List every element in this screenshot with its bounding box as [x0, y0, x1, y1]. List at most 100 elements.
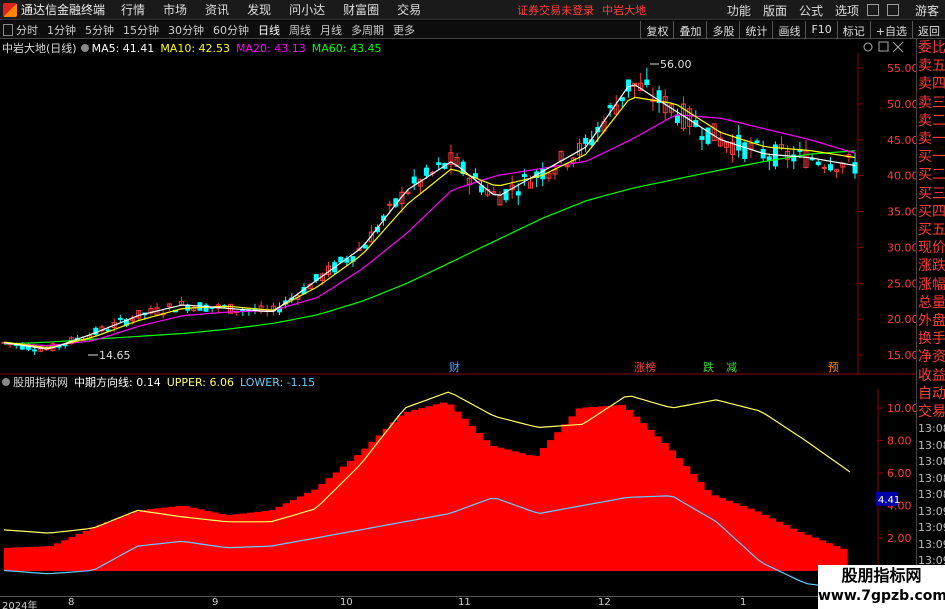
quote-tab[interactable]: 买二: [917, 166, 945, 184]
sub-y-tick-label: 8.00: [887, 435, 912, 448]
statistics-button[interactable]: 统计: [739, 21, 772, 39]
period-5min[interactable]: 5分钟: [85, 22, 114, 38]
indicator-bar: [18, 547, 26, 571]
period-15min[interactable]: 15分钟: [123, 22, 159, 38]
menu-item-zixun[interactable]: 资讯: [205, 1, 229, 18]
menu-item-xuanxiang[interactable]: 选项: [835, 2, 859, 19]
indicator-bar: [68, 537, 76, 571]
draw-line-button[interactable]: 画线: [772, 21, 805, 39]
y-tick-label: 50.00: [887, 98, 916, 111]
sub-settings-dot-icon[interactable]: [2, 378, 10, 386]
quote-tab[interactable]: 净资: [917, 348, 945, 366]
overlay-button[interactable]: 叠加: [673, 21, 706, 39]
quote-tab[interactable]: 卖三: [917, 94, 945, 112]
quote-tab[interactable]: 涨幅: [917, 276, 945, 294]
menu-item-shichang[interactable]: 市场: [163, 1, 187, 18]
quote-tab[interactable]: 现价: [917, 239, 945, 257]
period-60min[interactable]: 60分钟: [213, 22, 249, 38]
upper-label: UPPER: 6.06: [166, 375, 234, 389]
date-label: 8: [68, 597, 75, 608]
date-axis: 2024年 8 9 10 11 12 1: [0, 596, 820, 609]
period-monthly[interactable]: 月线: [320, 22, 342, 38]
indicator-bar: [361, 448, 369, 571]
indicator-bar: [282, 503, 291, 571]
trade-time: 13:09: [918, 537, 945, 551]
quote-tab[interactable]: 买四: [917, 203, 945, 221]
candle-body: [742, 142, 748, 160]
ma10-label: MA10: 42.53: [160, 41, 231, 55]
trade-time: 13:09: [918, 521, 945, 535]
indicator-bar: [539, 448, 548, 571]
indicator-bar: [782, 525, 791, 571]
fuquan-button[interactable]: 复权: [640, 21, 673, 39]
multi-stock-button[interactable]: 多股: [706, 21, 739, 39]
indicator-bar: [697, 482, 705, 571]
quote-tab[interactable]: 买三: [917, 185, 945, 203]
sub-y-tick-label: 10.00: [887, 402, 916, 415]
period-1min[interactable]: 1分钟: [47, 22, 76, 38]
window-maximize-icon[interactable]: [886, 4, 899, 16]
indicator-bar: [254, 511, 262, 571]
date-label: 1: [740, 597, 747, 608]
candle-body: [644, 79, 650, 86]
indicator-bar: [111, 519, 119, 571]
indicator-bar: [604, 405, 612, 571]
date-label: 2024年: [2, 601, 38, 609]
main-chart-title: 中岩大地(日线): [2, 42, 77, 55]
chart-marker: 减: [726, 361, 737, 374]
period-daily[interactable]: 日线: [258, 22, 280, 38]
menu-item-faxian[interactable]: 发现: [247, 1, 271, 18]
quote-tab[interactable]: 卖一: [917, 130, 945, 148]
chart-area[interactable]: 55.00 50.00 45.00 40.00 35.00 30.00 25.00 20.00…: [0, 39, 916, 596]
indicator-bar: [118, 516, 126, 571]
candle-body: [852, 162, 858, 174]
period-fenshi[interactable]: 分时: [16, 22, 38, 38]
sub-chart-header: 股朋指标网 中期方向线: 0.14 UPPER: 6.06 LOWER: -1.…: [2, 375, 315, 389]
menu-item-gongneng[interactable]: 功能: [727, 2, 751, 19]
window-minimize-icon[interactable]: [866, 4, 879, 16]
quote-tab[interactable]: 涨跌: [917, 257, 945, 275]
quote-tab[interactable]: 外盘: [917, 312, 945, 330]
quote-tab[interactable]: 委比: [917, 39, 945, 57]
low-price-label: 14.65: [99, 349, 131, 362]
sub-panel-tab[interactable]: 交易: [917, 403, 945, 421]
settings-dot-icon[interactable]: [80, 44, 89, 52]
indicator-bar: [4, 547, 12, 571]
candle-body: [754, 140, 760, 144]
menu-item-wenxiaoda[interactable]: 问小达: [289, 1, 325, 18]
candle-body: [423, 167, 429, 176]
indicator-bar: [668, 450, 677, 571]
date-label: 12: [598, 597, 611, 608]
quote-tab[interactable]: 总量: [917, 294, 945, 312]
mark-button[interactable]: 标记: [836, 21, 870, 39]
period-30min[interactable]: 30分钟: [168, 22, 204, 38]
quote-tab[interactable]: 买一: [917, 148, 945, 166]
quote-tab[interactable]: 收益: [917, 367, 945, 385]
quote-tab[interactable]: 卖二: [917, 112, 945, 130]
period-weekly[interactable]: 周线: [289, 22, 311, 38]
add-favorite-button[interactable]: +自选: [869, 21, 912, 39]
candle-body: [62, 344, 68, 347]
login-status[interactable]: 证券交易未登录: [517, 2, 594, 18]
guest-label[interactable]: 游客: [915, 2, 939, 19]
f10-button[interactable]: F10: [805, 21, 836, 39]
period-toolbar: 分时 1分钟 5分钟 15分钟 30分钟 60分钟 日线 周线 月线 多周期 更…: [0, 21, 945, 39]
menu-item-gongshi[interactable]: 公式: [799, 2, 823, 19]
y-tick-label: 45.00: [887, 134, 916, 147]
indicator-bar: [418, 408, 426, 571]
quote-tab[interactable]: 换手: [917, 330, 945, 348]
sub-panel-tab[interactable]: 自动: [917, 385, 945, 403]
menu-item-hangqing[interactable]: 行情: [121, 1, 145, 18]
quote-tab[interactable]: 卖五: [917, 57, 945, 75]
quote-tab[interactable]: 卖四: [917, 75, 945, 93]
menu-item-banmian[interactable]: 版面: [763, 2, 787, 19]
menu-item-jiaoyi[interactable]: 交易: [397, 1, 421, 18]
menu-item-caifuquan[interactable]: 财富圈: [343, 1, 379, 18]
back-button[interactable]: 返回: [912, 21, 945, 39]
period-multi[interactable]: 多周期: [351, 22, 384, 38]
quote-tab[interactable]: 买五: [917, 221, 945, 239]
indicator-bar: [618, 404, 626, 571]
period-more[interactable]: 更多: [393, 22, 415, 38]
collapse-icon[interactable]: [3, 23, 13, 36]
candle-body: [674, 114, 680, 123]
